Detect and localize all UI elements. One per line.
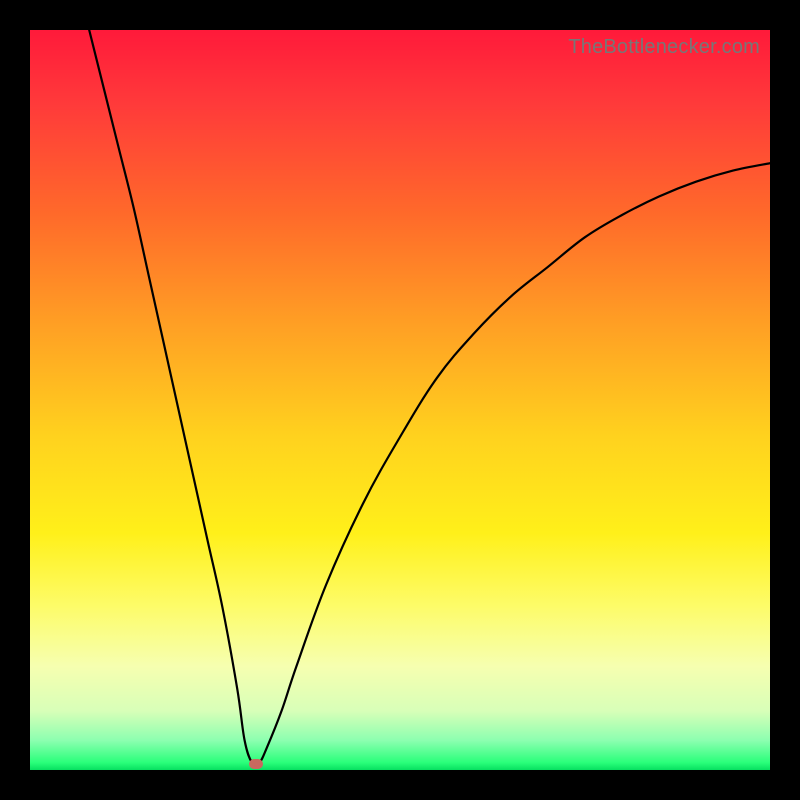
watermark-text: TheBottlenecker.com	[568, 36, 760, 59]
optimal-point-marker	[249, 759, 263, 769]
bottleneck-curve	[30, 30, 770, 770]
chart-frame: TheBottlenecker.com	[0, 0, 800, 800]
plot-area: TheBottlenecker.com	[30, 30, 770, 770]
